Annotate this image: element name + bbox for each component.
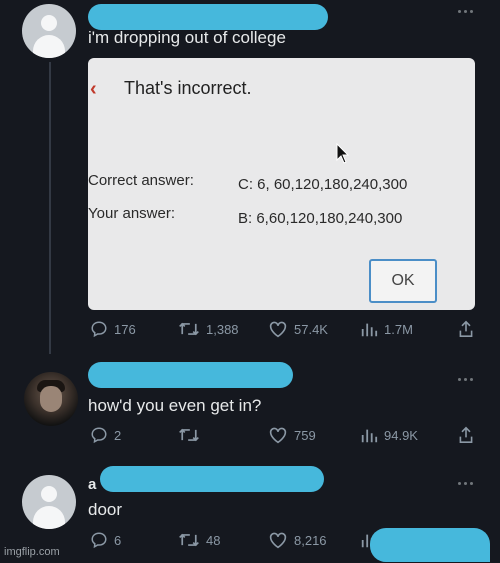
like-count: 759 bbox=[294, 427, 316, 443]
redacted-view-count bbox=[370, 528, 490, 562]
share-button[interactable] bbox=[458, 320, 474, 338]
reply-count: 2 bbox=[114, 427, 122, 443]
repost-button[interactable]: 1,388 bbox=[178, 320, 239, 338]
heart-icon bbox=[269, 427, 287, 444]
heart-icon bbox=[269, 321, 287, 338]
repost-count: 48 bbox=[206, 532, 221, 548]
avatar[interactable] bbox=[22, 4, 76, 58]
correct-answer-label: Correct answer: bbox=[88, 172, 194, 189]
views-button[interactable]: 1.7M bbox=[360, 320, 413, 338]
mouse-cursor-icon bbox=[336, 143, 350, 164]
view-count: 1.7M bbox=[384, 321, 413, 337]
your-answer-value: B: 6,60,120,180,240,300 bbox=[238, 210, 403, 227]
watermark: imgflip.com bbox=[4, 546, 60, 558]
share-icon bbox=[459, 426, 473, 443]
avatar-head-shape bbox=[41, 15, 57, 31]
redacted-username bbox=[100, 466, 324, 492]
tweet-text: i'm dropping out of college bbox=[88, 28, 286, 47]
views-chart-icon bbox=[361, 323, 378, 337]
repost-count: 1,388 bbox=[206, 321, 239, 337]
avatar[interactable] bbox=[22, 475, 76, 529]
redacted-username bbox=[88, 362, 293, 388]
avatar-head-shape bbox=[41, 486, 57, 502]
more-options-icon[interactable] bbox=[458, 482, 474, 486]
redacted-username bbox=[88, 4, 328, 30]
repost-icon bbox=[179, 322, 199, 336]
thread-line bbox=[49, 62, 51, 354]
reply-icon bbox=[91, 532, 107, 549]
reply-button[interactable]: 176 bbox=[90, 320, 136, 338]
reply-icon bbox=[91, 321, 107, 338]
views-button[interactable]: 94.9K bbox=[360, 426, 418, 444]
display-name-fragment: a bbox=[88, 476, 97, 493]
tweet-text: door bbox=[88, 500, 123, 519]
more-options-icon[interactable] bbox=[458, 10, 474, 14]
repost-button[interactable]: 48 bbox=[178, 531, 220, 549]
reply-button[interactable]: 2 bbox=[90, 426, 121, 444]
like-button[interactable]: 8,216 bbox=[268, 531, 327, 549]
like-count: 57.4K bbox=[294, 321, 328, 337]
reply-count: 6 bbox=[114, 532, 122, 548]
repost-icon bbox=[179, 533, 199, 547]
quiz-result-dialog: ‹ That's incorrect. Correct answer: C: 6… bbox=[88, 58, 475, 310]
tweet-text: how'd you even get in? bbox=[88, 396, 262, 415]
incorrect-icon: ‹ bbox=[90, 78, 97, 100]
your-answer-label: Your answer: bbox=[88, 205, 175, 222]
avatar-face-shape bbox=[40, 386, 62, 412]
ok-button[interactable]: OK bbox=[369, 259, 437, 303]
like-count: 8,216 bbox=[294, 532, 327, 548]
reply-count: 176 bbox=[114, 321, 136, 337]
view-count: 94.9K bbox=[384, 427, 418, 443]
more-options-icon[interactable] bbox=[458, 378, 474, 382]
repost-button[interactable] bbox=[178, 426, 206, 444]
views-chart-icon bbox=[361, 429, 378, 443]
dialog-title: That's incorrect. bbox=[124, 78, 252, 98]
avatar[interactable] bbox=[24, 372, 78, 426]
reply-icon bbox=[91, 427, 107, 444]
avatar-body-shape bbox=[33, 506, 65, 529]
avatar-body-shape bbox=[33, 35, 65, 58]
share-icon bbox=[459, 320, 473, 337]
like-button[interactable]: 57.4K bbox=[268, 320, 328, 338]
repost-icon bbox=[179, 428, 199, 442]
like-button[interactable]: 759 bbox=[268, 426, 316, 444]
share-button[interactable] bbox=[458, 426, 474, 444]
correct-answer-value: C: 6, 60,120,180,240,300 bbox=[238, 176, 408, 193]
heart-icon bbox=[269, 532, 287, 549]
reply-button[interactable]: 6 bbox=[90, 531, 121, 549]
